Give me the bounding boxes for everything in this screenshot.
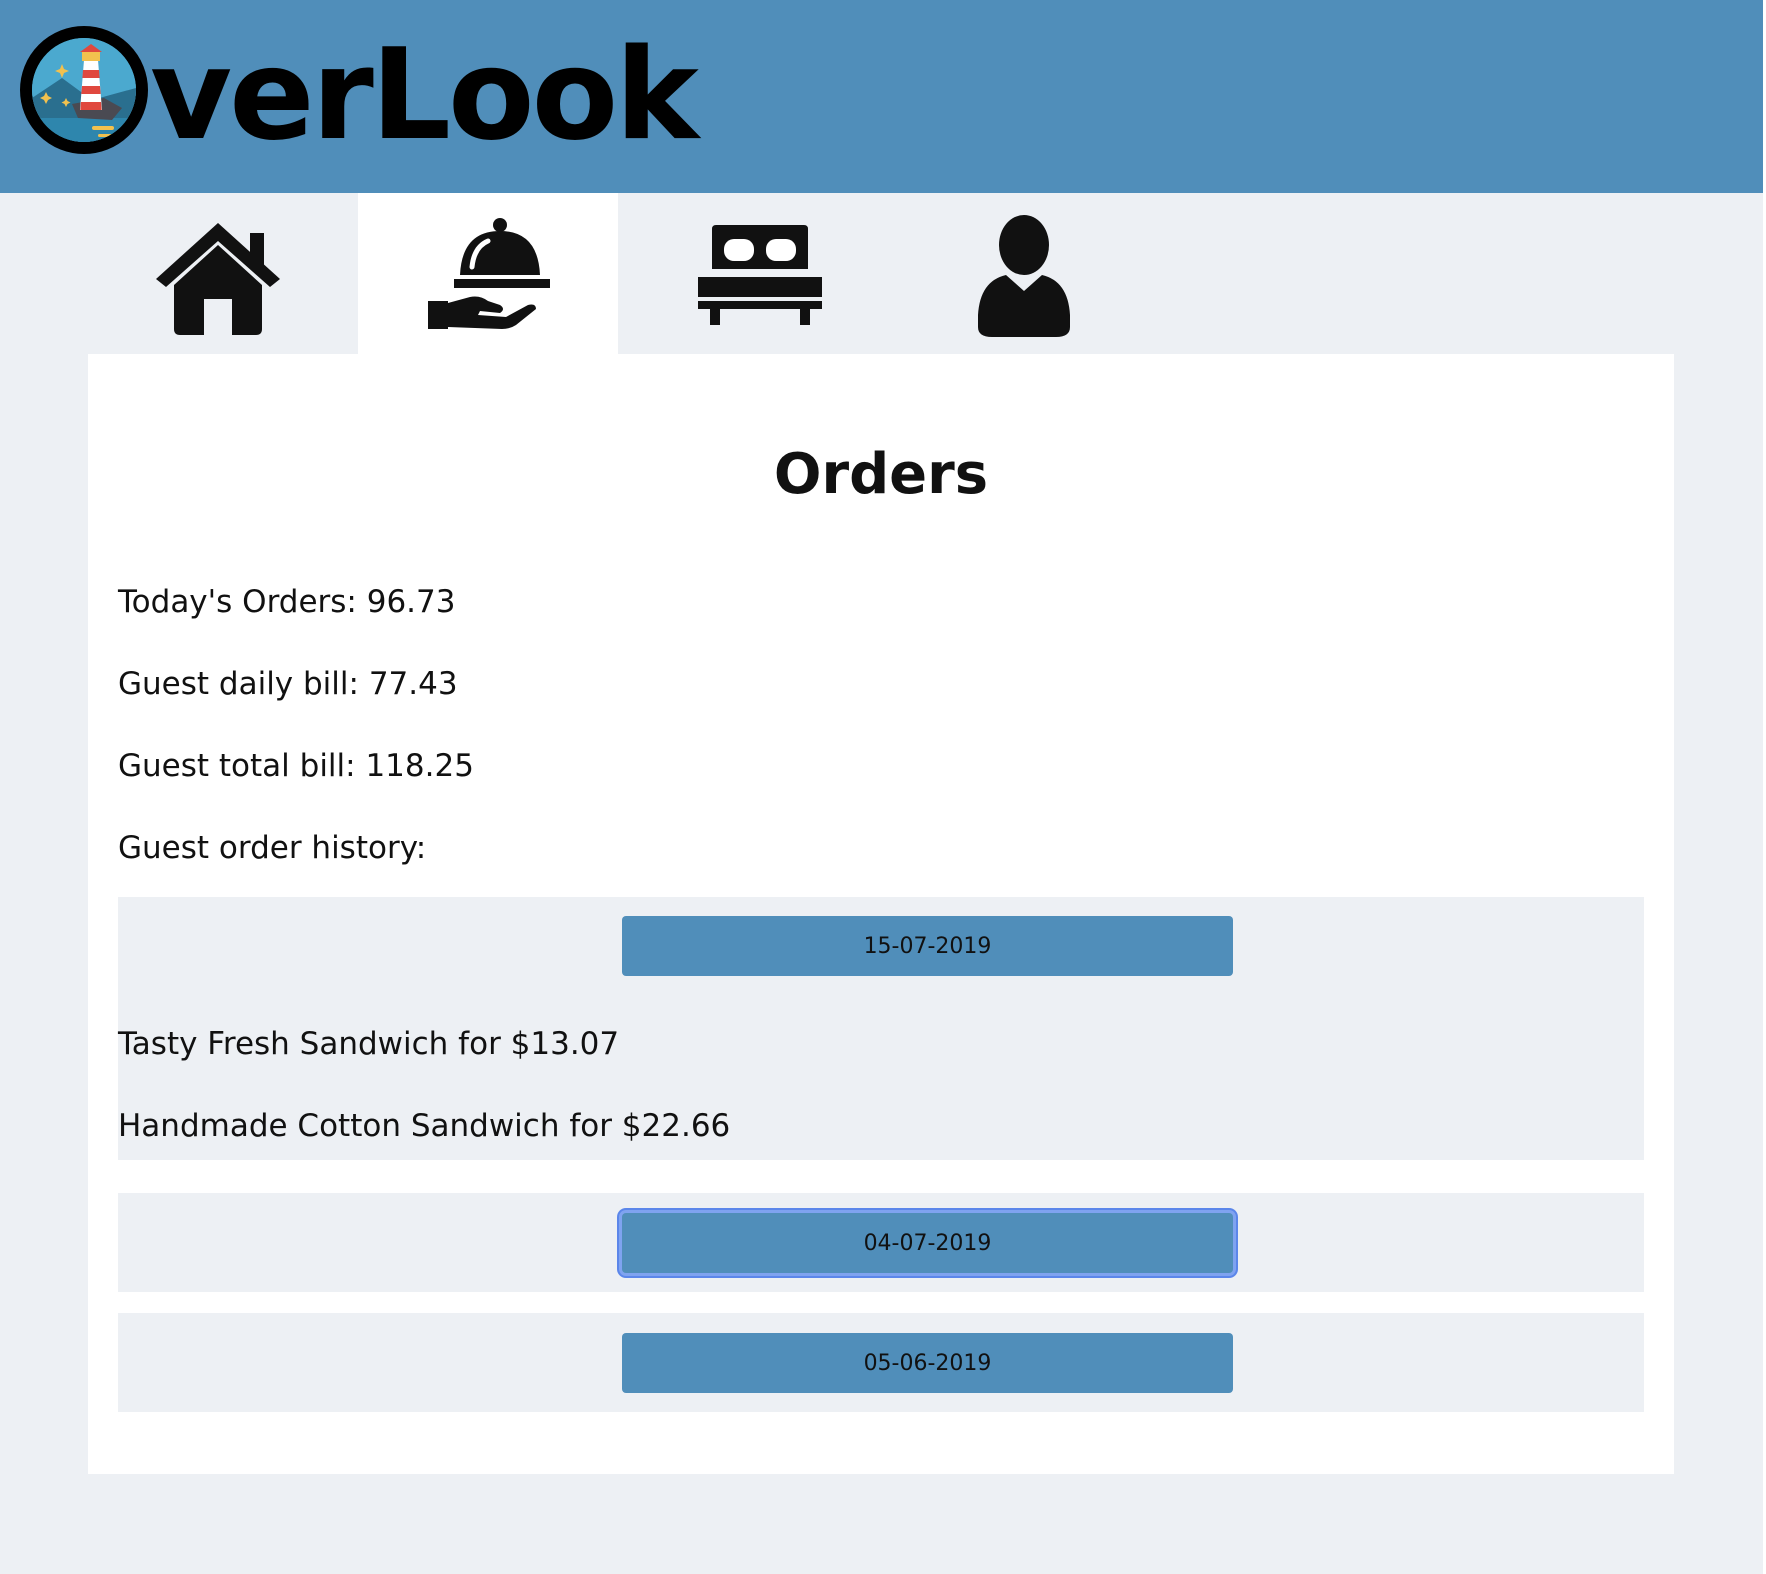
order-date-button[interactable]: 04-07-2019 xyxy=(622,1213,1233,1273)
user-icon xyxy=(978,215,1070,337)
lighthouse-logo-icon xyxy=(20,26,148,154)
order-item: Tasty Fresh Sandwich for $13.07 xyxy=(118,1026,620,1062)
guest-total-bill: Guest total bill: 118.25 xyxy=(118,748,474,784)
bed-icon xyxy=(698,225,822,325)
order-date-button[interactable]: 15-07-2019 xyxy=(622,916,1233,976)
order-history-entry: 05-06-2019 xyxy=(118,1313,1644,1412)
todays-orders-total: Today's Orders: 96.73 xyxy=(118,584,456,620)
nav-tabs xyxy=(88,193,1128,354)
app-header: verLook xyxy=(0,0,1763,193)
tab-room-service[interactable] xyxy=(358,193,618,354)
app-logo-text: verLook xyxy=(150,21,699,168)
tab-home[interactable] xyxy=(88,193,348,354)
orders-panel: Orders Today's Orders: 96.73 Guest daily… xyxy=(88,354,1674,1474)
order-history-entry: 04-07-2019 xyxy=(118,1193,1644,1292)
order-date-button[interactable]: 05-06-2019 xyxy=(622,1333,1233,1393)
home-icon xyxy=(156,223,280,335)
order-item: Handmade Cotton Sandwich for $22.66 xyxy=(118,1108,731,1144)
tab-rooms[interactable] xyxy=(628,193,888,354)
room-service-icon xyxy=(428,218,550,329)
order-history-entry: 15-07-2019 Tasty Fresh Sandwich for $13.… xyxy=(118,897,1644,1160)
tab-profile[interactable] xyxy=(898,193,1158,354)
guest-daily-bill: Guest daily bill: 77.43 xyxy=(118,666,458,702)
page-title: Orders xyxy=(773,442,989,507)
order-history-label: Guest order history: xyxy=(118,830,427,866)
